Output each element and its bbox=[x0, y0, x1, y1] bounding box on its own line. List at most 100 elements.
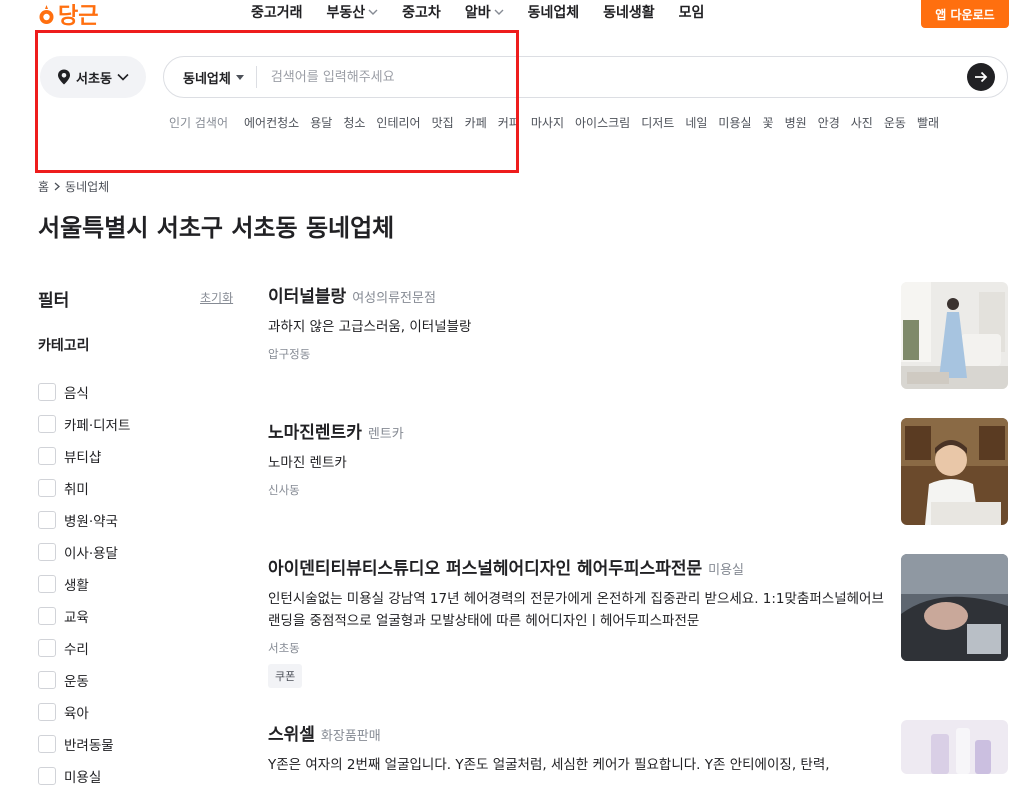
checkbox[interactable] bbox=[38, 383, 56, 401]
category-title: 카테고리 bbox=[38, 338, 90, 354]
nav-item-groups[interactable]: 모임 bbox=[679, 2, 705, 22]
nav-label: 모임 bbox=[678, 5, 705, 21]
keyword-link[interactable]: 디저트 bbox=[641, 114, 674, 131]
checkbox[interactable] bbox=[38, 639, 56, 657]
checkbox[interactable] bbox=[38, 703, 56, 721]
category-list: 음식 카페·디저트 뷰티샵 취미 병원·약국 이사·용달 생활 교육 수리 운동… bbox=[38, 376, 130, 792]
business-card[interactable]: 노마진렌트카 렌트카 노마진 렌트카 신사동 bbox=[268, 418, 1008, 525]
main-nav: 중고거래 부동산 중고차 알바 동네업체 동네생활 모임 bbox=[251, 2, 728, 22]
keyword-link[interactable]: 안경 bbox=[818, 114, 840, 131]
nav-item-used-goods[interactable]: 중고거래 bbox=[251, 2, 303, 22]
nav-item-real-estate[interactable]: 부동산 bbox=[327, 2, 379, 22]
business-header: 노마진렌트카 렌트카 bbox=[268, 418, 1008, 443]
category-label: 취미 bbox=[64, 482, 89, 498]
business-name: 이터널블랑 bbox=[268, 287, 347, 307]
category-label: 육아 bbox=[64, 706, 89, 722]
thumbnail-image bbox=[901, 720, 1008, 774]
business-header: 이터널블랑 여성의류전문점 bbox=[268, 282, 1008, 307]
nav-label: 동네생활 bbox=[603, 5, 655, 21]
checkbox[interactable] bbox=[38, 543, 56, 561]
breadcrumb-current[interactable]: 동네업체 bbox=[65, 178, 109, 195]
logo[interactable]: 당근 bbox=[38, 0, 99, 29]
nav-label: 부동산 bbox=[326, 5, 366, 21]
keyword-link[interactable]: 꽃 bbox=[763, 114, 774, 131]
category-option[interactable]: 병원·약국 bbox=[38, 504, 130, 536]
breadcrumb: 홈 동네업체 bbox=[38, 178, 109, 195]
keyword-link[interactable]: 네일 bbox=[685, 114, 707, 131]
carrot-logo-icon bbox=[39, 5, 54, 24]
checkbox[interactable] bbox=[38, 767, 56, 785]
business-card[interactable]: 아이덴티티뷰티스튜디오 퍼스널헤어디자인 헤어두피스파전문 미용실 인턴시술없는… bbox=[268, 554, 1008, 688]
business-area: 서초동 bbox=[268, 641, 300, 655]
business-category: 렌트카 bbox=[367, 427, 404, 442]
keyword-link[interactable]: 병원 bbox=[785, 114, 807, 131]
nav-item-used-cars[interactable]: 중고차 bbox=[402, 2, 441, 22]
business-description: 과하지 않은 고급스러움, 이터널블랑 bbox=[268, 319, 472, 335]
nav-label: 알바 bbox=[464, 5, 491, 21]
search-submit-button[interactable] bbox=[967, 63, 995, 91]
nav-item-local-business[interactable]: 동네업체 bbox=[528, 2, 580, 22]
business-category: 여성의류전문점 bbox=[352, 291, 436, 306]
category-label: 미용실 bbox=[64, 770, 102, 786]
checkbox[interactable] bbox=[38, 415, 56, 433]
business-description: 인턴시술없는 미용실 강남역 17년 헤어경력의 전문가에게 온전하게 집중관리… bbox=[268, 591, 884, 629]
category-option[interactable]: 운동 bbox=[38, 664, 130, 696]
category-option[interactable]: 미용실 bbox=[38, 760, 130, 792]
business-description: Y존은 여자의 2번째 얼굴입니다. Y존도 얼굴처럼, 세심한 케어가 필요합… bbox=[268, 757, 830, 773]
keyword-link[interactable]: 빨래 bbox=[917, 114, 939, 131]
business-name: 스위셀 bbox=[268, 725, 315, 745]
business-card[interactable]: 스위셀 화장품판매 Y존은 여자의 2번째 얼굴입니다. Y존도 얼굴처럼, 세… bbox=[268, 720, 1008, 776]
chevron-right-icon bbox=[54, 182, 61, 191]
nav-label: 중고차 bbox=[402, 5, 441, 21]
arrow-right-icon bbox=[975, 71, 988, 83]
category-label: 카페·디저트 bbox=[64, 418, 131, 434]
business-thumbnail bbox=[901, 554, 1008, 661]
checkbox[interactable] bbox=[38, 607, 56, 625]
business-name: 아이덴티티뷰티스튜디오 퍼스널헤어디자인 헤어두피스파전문 bbox=[268, 559, 703, 579]
breadcrumb-home[interactable]: 홈 bbox=[38, 178, 49, 195]
category-label: 병원·약국 bbox=[64, 514, 118, 530]
category-option[interactable]: 취미 bbox=[38, 472, 130, 504]
keyword-link[interactable]: 사진 bbox=[851, 114, 873, 131]
filter-title: 필터 bbox=[38, 291, 70, 311]
app-download-button[interactable]: 앱 다운로드 bbox=[921, 0, 1009, 28]
thumbnail-image bbox=[901, 418, 1008, 525]
checkbox[interactable] bbox=[38, 575, 56, 593]
category-option[interactable]: 교육 bbox=[38, 600, 130, 632]
checkbox[interactable] bbox=[38, 479, 56, 497]
filter-reset-link[interactable]: 초기화 bbox=[200, 289, 233, 306]
keyword-link[interactable]: 운동 bbox=[884, 114, 906, 131]
business-thumbnail bbox=[901, 720, 1008, 774]
category-option[interactable]: 수리 bbox=[38, 632, 130, 664]
checkbox[interactable] bbox=[38, 735, 56, 753]
category-label: 이사·용달 bbox=[64, 546, 118, 562]
nav-label: 동네업체 bbox=[527, 5, 580, 21]
keyword-link[interactable]: 아이스크림 bbox=[575, 114, 630, 131]
chevron-down-icon bbox=[494, 9, 504, 15]
keyword-link[interactable]: 마사지 bbox=[531, 114, 564, 131]
category-option[interactable]: 카페·디저트 bbox=[38, 408, 130, 440]
category-option[interactable]: 이사·용달 bbox=[38, 536, 130, 568]
category-option[interactable]: 반려동물 bbox=[38, 728, 130, 760]
nav-item-jobs[interactable]: 알바 bbox=[465, 2, 504, 22]
category-label: 생활 bbox=[64, 578, 89, 594]
checkbox[interactable] bbox=[38, 447, 56, 465]
category-option[interactable]: 뷰티샵 bbox=[38, 440, 130, 472]
nav-label: 중고거래 bbox=[251, 5, 303, 21]
category-option[interactable]: 음식 bbox=[38, 376, 130, 408]
logo-text: 당근 bbox=[58, 4, 99, 29]
business-description: 노마진 렌트카 bbox=[268, 455, 347, 471]
nav-item-local-life[interactable]: 동네생활 bbox=[603, 2, 655, 22]
business-area: 신사동 bbox=[268, 483, 300, 497]
business-card[interactable]: 이터널블랑 여성의류전문점 과하지 않은 고급스러움, 이터널블랑 압구정동 bbox=[268, 282, 1008, 389]
category-option[interactable]: 생활 bbox=[38, 568, 130, 600]
checkbox[interactable] bbox=[38, 671, 56, 689]
checkbox[interactable] bbox=[38, 511, 56, 529]
category-label: 수리 bbox=[64, 642, 89, 658]
keyword-link[interactable]: 미용실 bbox=[718, 114, 751, 131]
thumbnail-image bbox=[901, 554, 1008, 661]
chevron-down-icon bbox=[368, 9, 378, 15]
category-label: 교육 bbox=[64, 610, 89, 626]
category-label: 운동 bbox=[64, 674, 89, 690]
category-option[interactable]: 육아 bbox=[38, 696, 130, 728]
